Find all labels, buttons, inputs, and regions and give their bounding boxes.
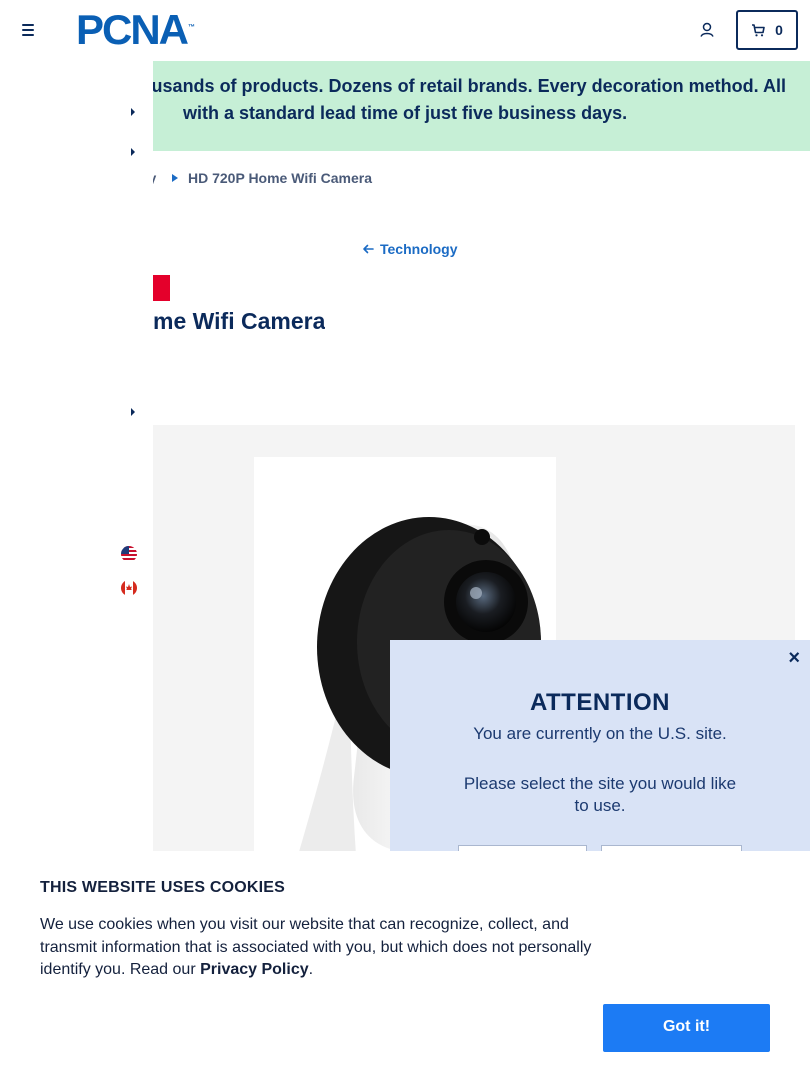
promo-line-2: with a standard lead time of just five b… <box>183 103 628 123</box>
cookie-text: We use cookies when you visit our websit… <box>40 914 610 982</box>
cart-icon <box>752 23 765 36</box>
close-icon[interactable]: × <box>788 648 800 668</box>
cookie-period: . <box>308 961 314 978</box>
back-to-category-link[interactable]: Technology <box>362 241 458 257</box>
promo-line-1: usands of products. Dozens of retail bra… <box>151 76 786 96</box>
chevron-right-icon[interactable] <box>128 147 138 157</box>
cart-count: 0 <box>775 22 783 38</box>
modal-select-text: Please select the site you would like to… <box>463 774 737 815</box>
chevron-right-icon[interactable] <box>128 407 138 417</box>
arrow-left-icon <box>363 244 374 254</box>
site-header: PCNA ™ 0 <box>0 0 810 60</box>
user-icon[interactable] <box>698 21 716 39</box>
modal-current-site-text: You are currently on the U.S. site. <box>473 724 727 743</box>
logo-trademark: ™ <box>188 24 196 31</box>
promo-banner: usands of products. Dozens of retail bra… <box>151 61 810 151</box>
got-it-button[interactable]: Got it! <box>603 1004 770 1052</box>
product-title: me Wifi Camera <box>153 308 326 334</box>
cookie-title: THIS WEBSITE USES COOKIES <box>40 879 286 896</box>
cookie-body: We use cookies when you visit our websit… <box>40 916 592 978</box>
logo-text: PCNA <box>76 6 189 53</box>
site-select-modal: × ATTENTION You are currently on the U.S… <box>390 640 810 875</box>
canada-flag-icon[interactable] <box>121 580 137 596</box>
breadcrumb-current: HD 720P Home Wifi Camera <box>188 170 373 186</box>
back-link-label: Technology <box>380 241 458 257</box>
menu-icon[interactable] <box>18 20 38 40</box>
page: PCNA ™ 0 usands of products. Dozens of re… <box>0 0 810 1080</box>
us-flag-icon[interactable] <box>121 546 137 562</box>
cart-button[interactable]: 0 <box>736 10 798 50</box>
cookie-banner: THIS WEBSITE USES COOKIES We use cookies… <box>0 851 810 1080</box>
pcna-logo[interactable]: PCNA ™ <box>76 9 195 51</box>
privacy-policy-link[interactable]: Privacy Policy <box>200 961 309 978</box>
chevron-right-icon <box>172 174 178 182</box>
chevron-right-icon[interactable] <box>128 107 138 117</box>
modal-title: ATTENTION <box>529 689 671 716</box>
